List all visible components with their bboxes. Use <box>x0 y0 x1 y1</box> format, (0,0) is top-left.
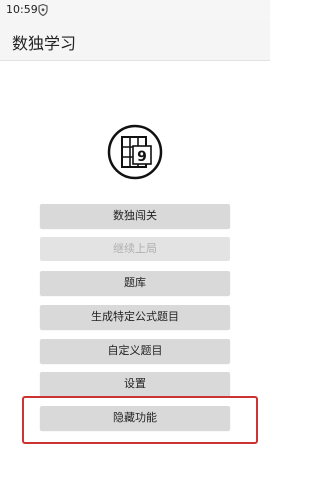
page-title: 数独学习 <box>12 34 77 53</box>
continue-game-button[interactable]: 继续上局 <box>40 237 230 261</box>
app-bar: 数独学习 <box>0 20 270 61</box>
custom-puzzle-button[interactable]: 自定义题目 <box>40 339 230 363</box>
settings-button[interactable]: 设置 <box>40 372 230 396</box>
level-challenge-button[interactable]: 数独闯关 <box>40 204 230 228</box>
generate-formula-puzzle-button[interactable]: 生成特定公式题目 <box>40 305 230 329</box>
puzzle-bank-button[interactable]: 题库 <box>40 271 230 295</box>
app-screen: 10:59 数独学习 9 数独闯关 继续上局 题库 生成特定公式题目 自定义题目… <box>0 0 270 480</box>
shield-icon <box>38 4 48 16</box>
status-bar: 10:59 <box>0 0 270 20</box>
status-time: 10:59 <box>6 3 38 16</box>
sudoku-grid-icon: 9 <box>107 124 163 180</box>
logo-digit: 9 <box>137 149 147 165</box>
highlight-box <box>22 396 258 444</box>
